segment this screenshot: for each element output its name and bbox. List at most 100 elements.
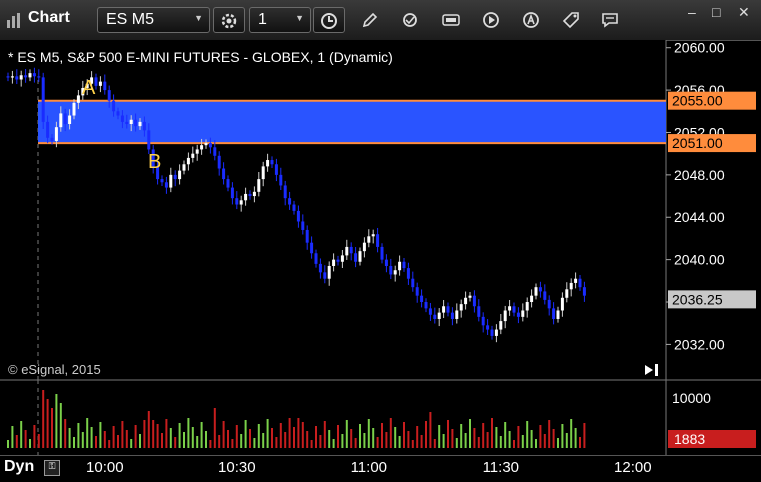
- time-template-button[interactable]: [313, 7, 345, 33]
- alert-icon[interactable]: [521, 10, 541, 30]
- candle: [296, 210, 300, 222]
- volume-bar: [513, 440, 515, 448]
- volume-bar: [583, 423, 586, 448]
- volume-bar: [526, 421, 529, 448]
- volume-bar: [178, 423, 181, 448]
- candle: [367, 236, 371, 243]
- candle: [63, 113, 67, 125]
- volume-bar: [244, 420, 247, 448]
- candle: [521, 310, 525, 317]
- volume-bar: [425, 421, 427, 448]
- candle: [213, 147, 217, 156]
- candle: [424, 302, 428, 309]
- volume-bar: [310, 440, 313, 448]
- candle: [226, 179, 230, 188]
- volume-bar: [561, 424, 564, 448]
- candle: [428, 308, 432, 315]
- candle: [147, 130, 151, 150]
- candle: [222, 168, 226, 180]
- candle: [217, 155, 221, 169]
- volume-bar: [275, 437, 278, 448]
- volume-bar: [117, 435, 119, 448]
- volume-bar: [37, 434, 40, 448]
- candle: [569, 282, 573, 290]
- time-axis-label: 11:30: [482, 459, 520, 476]
- chart-titlebar: Chart ES M5 ▼ 1 ▼ – □ ✕: [0, 0, 761, 41]
- volume-bar: [262, 433, 265, 448]
- interval-selector[interactable]: 1 ▼: [249, 7, 311, 33]
- volume-bar: [288, 418, 291, 448]
- volume-bar: [398, 436, 401, 448]
- comment-icon[interactable]: [600, 10, 620, 30]
- candle: [389, 265, 393, 275]
- candle: [582, 287, 586, 296]
- candle: [560, 297, 564, 311]
- volume-bar: [306, 431, 309, 448]
- candle: [499, 321, 503, 330]
- play-icon[interactable]: [481, 10, 501, 30]
- candle: [354, 253, 358, 262]
- candle: [32, 73, 36, 77]
- price-chart[interactable]: 2060.002056.002052.002048.002044.002040.…: [0, 40, 761, 455]
- volume-bar: [539, 425, 542, 448]
- candle: [195, 149, 199, 154]
- volume-bar: [200, 422, 203, 448]
- volume-bar: [477, 437, 480, 448]
- candle: [437, 312, 441, 319]
- volume-bar: [394, 427, 397, 448]
- candle: [323, 272, 327, 279]
- candle: [46, 121, 50, 138]
- candle: [6, 76, 10, 78]
- volume-bar: [557, 438, 559, 448]
- refresh-icon[interactable]: [400, 10, 420, 30]
- close-button[interactable]: ✕: [738, 4, 750, 21]
- volume-bar: [174, 437, 177, 448]
- volume-bar: [460, 424, 463, 448]
- restore-button[interactable]: □: [712, 4, 720, 20]
- volume-bar: [363, 433, 366, 448]
- volume-bar: [499, 436, 502, 448]
- candle: [24, 75, 28, 78]
- candle: [578, 278, 582, 288]
- price-tick-label: 2048.00: [674, 167, 725, 183]
- volume-tick-label: 10000: [672, 390, 711, 406]
- candle: [107, 90, 111, 101]
- volume-bar: [147, 411, 150, 448]
- pencil-icon[interactable]: [360, 10, 380, 30]
- volume-bar: [222, 421, 225, 448]
- volume-bar: [469, 419, 471, 448]
- set-icon[interactable]: [441, 10, 461, 30]
- volume-bar: [548, 420, 551, 448]
- dynamic-mode-label[interactable]: Dyn: [4, 458, 34, 476]
- candle: [472, 295, 476, 307]
- volume-bar: [354, 438, 357, 448]
- candle: [402, 261, 406, 269]
- price-tick-label: 2032.00: [674, 336, 725, 352]
- volume-bar: [429, 412, 432, 448]
- minimize-button[interactable]: –: [688, 4, 696, 20]
- interval-settings-button[interactable]: [213, 7, 245, 33]
- interval-value: 1: [258, 11, 267, 28]
- candle: [160, 179, 164, 183]
- candle: [310, 242, 314, 254]
- candle: [574, 278, 578, 283]
- volume-bar: [68, 428, 71, 448]
- candle: [481, 316, 485, 326]
- volume-bar: [11, 426, 14, 448]
- tag-icon[interactable]: [561, 10, 581, 30]
- candle: [415, 287, 419, 296]
- candle: [503, 310, 507, 322]
- candle: [530, 295, 534, 303]
- volume-bar: [29, 439, 31, 448]
- candle: [125, 121, 129, 125]
- candle: [406, 268, 410, 279]
- volume-bar: [337, 425, 339, 448]
- candle: [59, 113, 63, 128]
- volume-bar: [73, 437, 75, 448]
- volume-bar: [535, 439, 537, 448]
- symbol-selector[interactable]: ES M5 ▼: [97, 7, 210, 33]
- volume-bar: [416, 426, 419, 448]
- time-axis-label: 12:00: [614, 459, 652, 476]
- lock-icon[interactable]: ⚿: [44, 460, 60, 476]
- candle: [380, 246, 384, 260]
